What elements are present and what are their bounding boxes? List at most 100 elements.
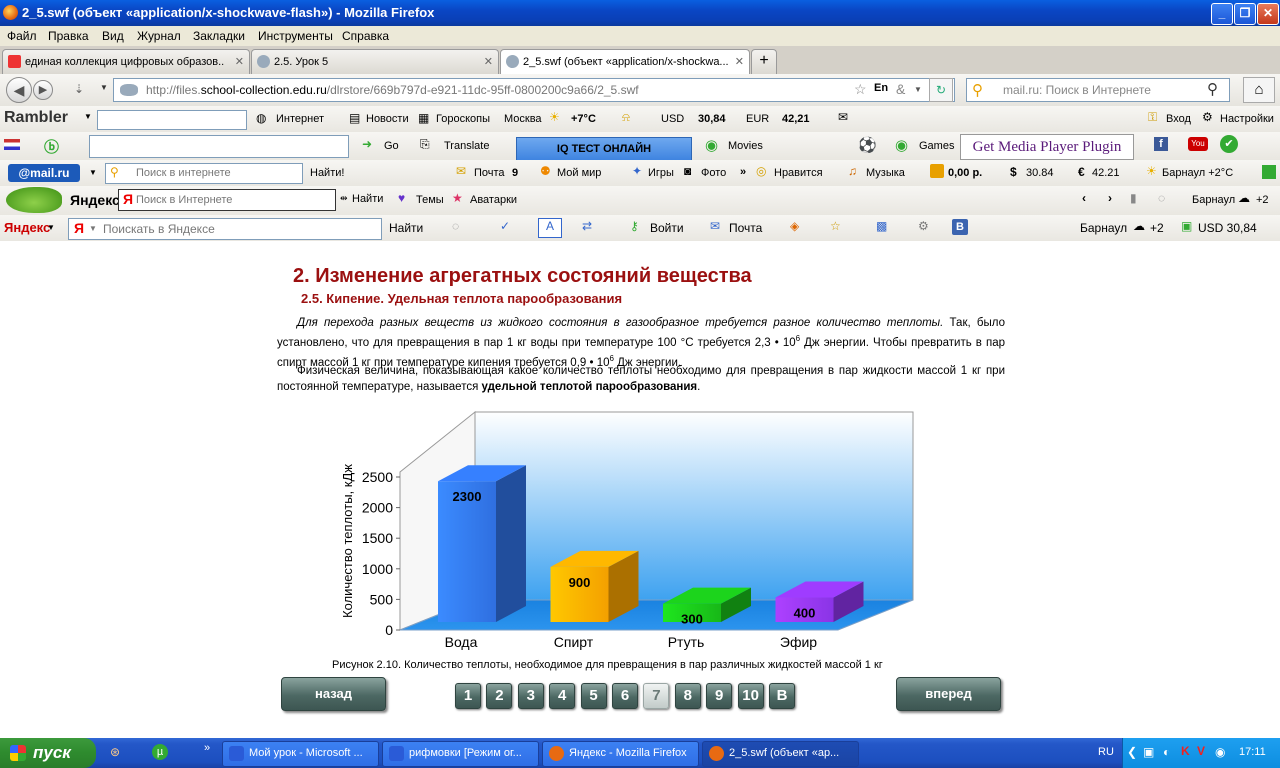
yandex-city-2[interactable]: Барнаул [1080,221,1127,235]
start-button[interactable]: пуск [0,738,96,768]
yandex-search-input-2[interactable]: Я ▼ Поискать в Яндексе [68,218,382,240]
mailru-mail-button[interactable]: Почта [474,167,505,179]
scroll-left-icon[interactable]: ‹ [1082,191,1086,205]
spellcheck-icon[interactable]: ✓ [500,219,510,233]
minimize-button[interactable]: _ [1211,3,1233,25]
yandex-mail-button[interactable]: Почта [729,221,762,235]
new-tab-button[interactable]: + [751,49,777,74]
page-button-9[interactable]: 9 [706,683,733,709]
likes-button[interactable]: Нравится [774,167,823,179]
page-button-2[interactable]: 2 [486,683,513,709]
tab-close-icon[interactable]: ✕ [484,55,493,68]
clock[interactable]: 17:11 [1239,746,1266,758]
language-indicator[interactable]: RU [1098,746,1114,758]
weather-temp[interactable]: +7°C [571,113,596,125]
mailru-weather[interactable]: Барнаул +2°C [1162,167,1233,179]
menu-tools[interactable]: Инструменты [258,29,333,43]
apps-icon[interactable]: ▩ [876,219,887,233]
tab-swf[interactable]: 2_5.swf (объект «application/x-shockwa..… [500,49,750,75]
ampersand-icon[interactable]: & [896,81,905,97]
page-button-3[interactable]: 3 [517,683,544,709]
weather-city[interactable]: Москва [504,113,542,125]
dropdown-arrow-icon[interactable]: ▼ [84,112,92,121]
signal-bars-icon[interactable]: ▮ [1130,191,1137,205]
rambler-news-button[interactable]: Новости [366,113,409,125]
tray-collapse-icon[interactable]: ❮ [1127,745,1137,759]
translit-icon[interactable]: ⇄ [582,219,592,233]
more-chevron-icon[interactable]: » [740,166,746,178]
music-button[interactable]: Музыка [866,167,905,179]
facebook-icon[interactable]: f [1154,137,1168,151]
back-button[interactable]: назад [281,677,386,711]
menu-file[interactable]: Файл [7,29,37,43]
cart-icon[interactable]: ◈ [790,219,799,233]
tray-info-icon[interactable]: ◉ [1215,745,1225,759]
mailru-games-button[interactable]: Игры [648,167,674,179]
themes-button[interactable]: Темы [416,194,444,206]
mail-envelope-icon[interactable]: ✉ [838,110,848,124]
menu-history[interactable]: Журнал [137,29,181,43]
search-bar[interactable]: ⚲ mail.ru: Поиск в Интернете ⚲ [966,78,1230,102]
tab-close-icon[interactable]: ✕ [235,55,244,68]
check-icon[interactable]: ✔ [1220,135,1238,153]
page-button-10[interactable]: 10 [737,683,764,709]
go-button[interactable]: Go [384,140,399,152]
forward-arrow-icon[interactable]: ▶ [33,80,53,100]
page-button-1[interactable]: 1 [455,683,481,709]
bookmark-star-icon[interactable]: ☆ [854,81,867,98]
menu-help[interactable]: Справка [342,29,389,43]
media-plugin-button[interactable]: Get Media Player Plugin [960,134,1134,160]
yandex-find-button-2[interactable]: Найти [389,221,423,235]
yandex-temp-2[interactable]: +2 [1150,221,1164,235]
task-word-lesson[interactable]: Мой урок - Microsoft ... [222,741,379,767]
avatars-button[interactable]: Аватарки [470,194,517,206]
yandex-logo[interactable]: Яндекс [70,192,120,208]
task-word-rhymes[interactable]: рифмовки [Режим ог... [382,741,539,767]
language-indicator[interactable]: En [874,82,888,94]
yandex-search-input-1[interactable]: Я Поиск в Интернете [118,189,336,211]
cursor-tool-icon[interactable]: ⇣ [74,82,84,96]
rambler-internet-button[interactable]: Интернет [276,113,324,125]
rambler-login-button[interactable]: Вход [1166,113,1191,125]
tab-close-icon[interactable]: ✕ [735,55,744,68]
dropdown-arrow-icon[interactable]: ▼ [89,168,97,177]
tab-lesson5[interactable]: 2.5. Урок 5 ✕ [251,49,499,74]
close-window-button[interactable]: ✕ [1257,3,1279,25]
page-button-11[interactable]: В [769,683,795,709]
tray-v-icon[interactable]: V [1197,744,1205,758]
usd-rate[interactable]: 30,84 [698,113,726,125]
flag-icon[interactable] [4,139,20,150]
menu-bookmarks[interactable]: Закладки [193,29,245,43]
task-firefox-yandex[interactable]: Яндекс - Mozilla Firefox [542,741,699,767]
back-arrow-icon[interactable]: ◀ [6,77,32,103]
favorites-star-icon[interactable]: ☆ [830,219,841,233]
games-button[interactable]: Games [919,140,954,152]
yandex-logo-2[interactable]: Яндекс [4,220,50,235]
myworld-button[interactable]: Мой мир [557,167,601,179]
site-identity-icon[interactable] [120,84,138,96]
scroll-right-icon[interactable]: › [1108,191,1112,205]
wallet-balance[interactable]: 0,00 р. [948,167,982,179]
bell-icon[interactable]: ⍾ [622,110,630,125]
mailru-search-input[interactable]: ⚲ Поиск в интернете [105,163,303,184]
page-button-5[interactable]: 5 [580,683,607,709]
dropdown-arrow-icon[interactable]: ▼ [100,83,108,92]
translate-button[interactable]: Translate [444,140,489,152]
vk-icon[interactable]: B [952,219,968,235]
mailru-photo-button[interactable]: Фото [701,167,726,179]
settings-gear-icon[interactable]: ⚙ [918,219,929,233]
quicklaunch-more-icon[interactable]: » [204,742,210,754]
chat-bubble-icon[interactable]: ◌ [1158,191,1165,205]
quicklaunch-firefox-icon[interactable]: ⊛ [110,745,120,759]
forward-button[interactable]: вперед [896,677,1001,711]
yandex-login-button[interactable]: Войти [650,221,684,235]
mailru-find-button[interactable]: Найти! [310,167,344,179]
menu-view[interactable]: Вид [102,29,124,43]
maximize-button[interactable]: ❐ [1234,3,1256,25]
soccer-icon[interactable]: ⚽ [858,136,877,154]
tray-kaspersky-icon[interactable]: K [1181,744,1190,758]
tray-volume-icon[interactable]: ◐ [1163,745,1170,759]
mailru-logo[interactable]: @mail.ru [8,164,80,182]
rambler-horoscope-button[interactable]: Гороскопы [436,113,490,125]
rambler-search-input[interactable] [97,110,247,130]
